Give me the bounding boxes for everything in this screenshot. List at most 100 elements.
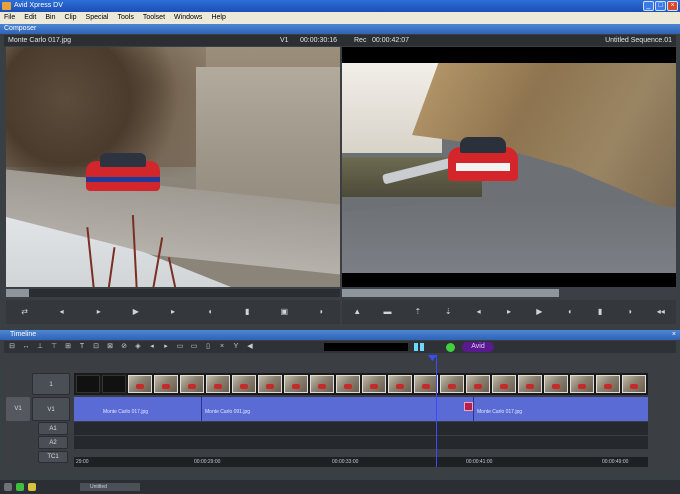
- track-v2-selector[interactable]: 1: [32, 373, 70, 395]
- go-next-icon[interactable]: ▸: [162, 343, 170, 351]
- clip-segment[interactable]: Monte Carlo 017.jpg: [100, 397, 202, 421]
- effect-icon[interactable]: ⊡: [92, 343, 100, 351]
- tc-label-1[interactable]: V1: [280, 35, 289, 46]
- thumbnail-frame: [232, 375, 256, 393]
- menu-file[interactable]: File: [4, 12, 15, 24]
- no-entry-icon[interactable]: ⊘: [120, 343, 128, 351]
- clip-segment[interactable]: Monte Carlo 091.jpg: [202, 397, 474, 421]
- render-icon[interactable]: ⊠: [106, 343, 114, 351]
- thumbnail-frame: [362, 375, 386, 393]
- source-position-bar[interactable]: [6, 289, 340, 297]
- record-image-road: [342, 197, 676, 287]
- window-title-bar: Avid Xpress DV _ □ ×: [0, 0, 680, 12]
- track-v1-selector[interactable]: V1: [32, 397, 70, 421]
- rec-step-back-icon[interactable]: ◂: [474, 307, 484, 317]
- link-icon[interactable]: ↔: [22, 343, 30, 351]
- maximize-icon[interactable]: □: [655, 1, 666, 11]
- play-forward-icon[interactable]: ▶: [131, 307, 141, 317]
- step-back-icon[interactable]: ◂: [57, 307, 67, 317]
- mark-in-icon[interactable]: ◖: [205, 307, 215, 317]
- track-v1[interactable]: Monte Carlo 017.jpg Monte Carlo 091.jpg …: [74, 397, 648, 421]
- mark-out-icon[interactable]: ◗: [316, 307, 326, 317]
- menu-edit[interactable]: Edit: [24, 12, 36, 24]
- splice-in-icon[interactable]: ▲: [352, 307, 362, 317]
- menu-special[interactable]: Special: [86, 12, 109, 24]
- ruler-label: 29:00: [76, 459, 89, 465]
- composer-info-bar: Monte Carlo 017.jpg V1 00:00:30:16 Rec 0…: [4, 35, 676, 46]
- thumbnail-frame: [440, 375, 464, 393]
- minimize-icon[interactable]: _: [643, 1, 654, 11]
- track-selector-panel: 1 V1 V1 A1 A2 TC1: [4, 355, 74, 467]
- track-a1-selector[interactable]: A1: [38, 422, 68, 435]
- extract-icon[interactable]: ⇣: [443, 307, 453, 317]
- thumbnail-frame: [76, 375, 100, 393]
- composer-title: Composer: [4, 25, 37, 32]
- timeline-track-area[interactable]: 1 V1 V1 A1 A2 TC1 Monte Carlo 017.jpg Mo…: [4, 355, 676, 467]
- record-position-bar[interactable]: [342, 289, 676, 297]
- trim-icon[interactable]: ⊞: [64, 343, 72, 351]
- lift-icon[interactable]: ⇡: [413, 307, 423, 317]
- menu-help[interactable]: Help: [211, 12, 225, 24]
- status-icon-2[interactable]: [16, 483, 24, 491]
- sequence-name[interactable]: Untitled Sequence.01: [605, 35, 672, 46]
- tc-label-2[interactable]: Rec: [354, 35, 366, 46]
- rec-mark-in-icon[interactable]: ◖: [565, 307, 575, 317]
- source-clip-name[interactable]: Monte Carlo 017.jpg: [8, 35, 71, 46]
- source-monitor[interactable]: [6, 47, 340, 287]
- menu-windows[interactable]: Windows: [174, 12, 202, 24]
- go-prev-icon[interactable]: ◂: [148, 343, 156, 351]
- menu-bar: File Edit Bin Clip Special Tools Toolset…: [0, 12, 680, 24]
- ruler-label: 00:00:49:00: [602, 459, 629, 465]
- play-icon[interactable]: ▸: [168, 307, 178, 317]
- record-image-letterbox-top: [342, 47, 676, 63]
- track-a2[interactable]: [74, 436, 648, 450]
- clip-segment[interactable]: Monte Carlo 017.jpg: [474, 397, 648, 421]
- filter-icon[interactable]: Y: [232, 343, 240, 351]
- segment-lift-icon[interactable]: ⊥: [36, 343, 44, 351]
- menu-bin[interactable]: Bin: [45, 12, 55, 24]
- rec-go-end-icon[interactable]: ◂◂: [656, 307, 666, 317]
- source-transport-controls: ⇄ ◂ ▸ ▶ ▸ ◖ ▮ ▣ ◗: [6, 300, 340, 324]
- menu-tools[interactable]: Tools: [118, 12, 134, 24]
- status-icon-1[interactable]: [4, 483, 12, 491]
- timeline-close-icon[interactable]: ×: [672, 330, 676, 340]
- track-a1[interactable]: [74, 422, 648, 436]
- audio-icon[interactable]: ▯: [204, 343, 212, 351]
- timeline-toolbar: ⊟ ↔ ⊥ ⊤ ⊞ T ⊡ ⊠ ⊘ ◈ ◂ ▸ ▭ ▭ ▯ × Y ◀ Avid: [4, 341, 676, 353]
- position-indicator[interactable]: [436, 355, 437, 467]
- mark-clip-icon[interactable]: ▮: [242, 307, 252, 317]
- clear-marks-icon[interactable]: ▣: [279, 307, 289, 317]
- rec-mark-clip-icon[interactable]: ▮: [595, 307, 605, 317]
- segment-extract-icon[interactable]: ⊤: [50, 343, 58, 351]
- toggle-icon-2[interactable]: ▭: [190, 343, 198, 351]
- overwrite-icon[interactable]: ▬: [383, 307, 393, 317]
- status-indicator-icon[interactable]: [446, 343, 455, 352]
- rec-play-icon[interactable]: ▶: [534, 307, 544, 317]
- timecode-ruler[interactable]: 29:00 00:00:29:00 00:00:33:00 00:00:41:0…: [74, 457, 648, 467]
- toggle-source-record-icon[interactable]: ⊟: [8, 343, 16, 351]
- match-frame-icon[interactable]: ⇄: [20, 307, 30, 317]
- status-label[interactable]: Untitled: [80, 483, 140, 491]
- add-edit-icon[interactable]: ◈: [134, 343, 142, 351]
- menu-toolset[interactable]: Toolset: [143, 12, 165, 24]
- text-tool-icon[interactable]: T: [78, 343, 86, 351]
- rec-step-forward-icon[interactable]: ▸: [504, 307, 514, 317]
- close-icon[interactable]: ×: [667, 1, 678, 11]
- speaker-icon[interactable]: ◀: [246, 343, 254, 351]
- menu-clip[interactable]: Clip: [64, 12, 76, 24]
- track-v1-source-selector[interactable]: V1: [6, 397, 30, 421]
- track-a2-selector[interactable]: A2: [38, 436, 68, 449]
- step-forward-icon[interactable]: ▸: [94, 307, 104, 317]
- ruler-label: 00:00:29:00: [194, 459, 221, 465]
- toggle-icon-1[interactable]: ▭: [176, 343, 184, 351]
- track-v2[interactable]: [74, 373, 648, 395]
- avid-logo-button[interactable]: Avid: [462, 342, 494, 352]
- clip-marker-icon[interactable]: [464, 402, 473, 411]
- rec-mark-out-icon[interactable]: ◗: [625, 307, 635, 317]
- mixdown-icon[interactable]: ×: [218, 343, 226, 351]
- timeline-timecode-display[interactable]: [324, 343, 408, 351]
- thumbnail-frame: [154, 375, 178, 393]
- record-monitor[interactable]: [342, 47, 676, 287]
- track-tc-selector[interactable]: TC1: [38, 451, 68, 463]
- status-icon-3[interactable]: [28, 483, 36, 491]
